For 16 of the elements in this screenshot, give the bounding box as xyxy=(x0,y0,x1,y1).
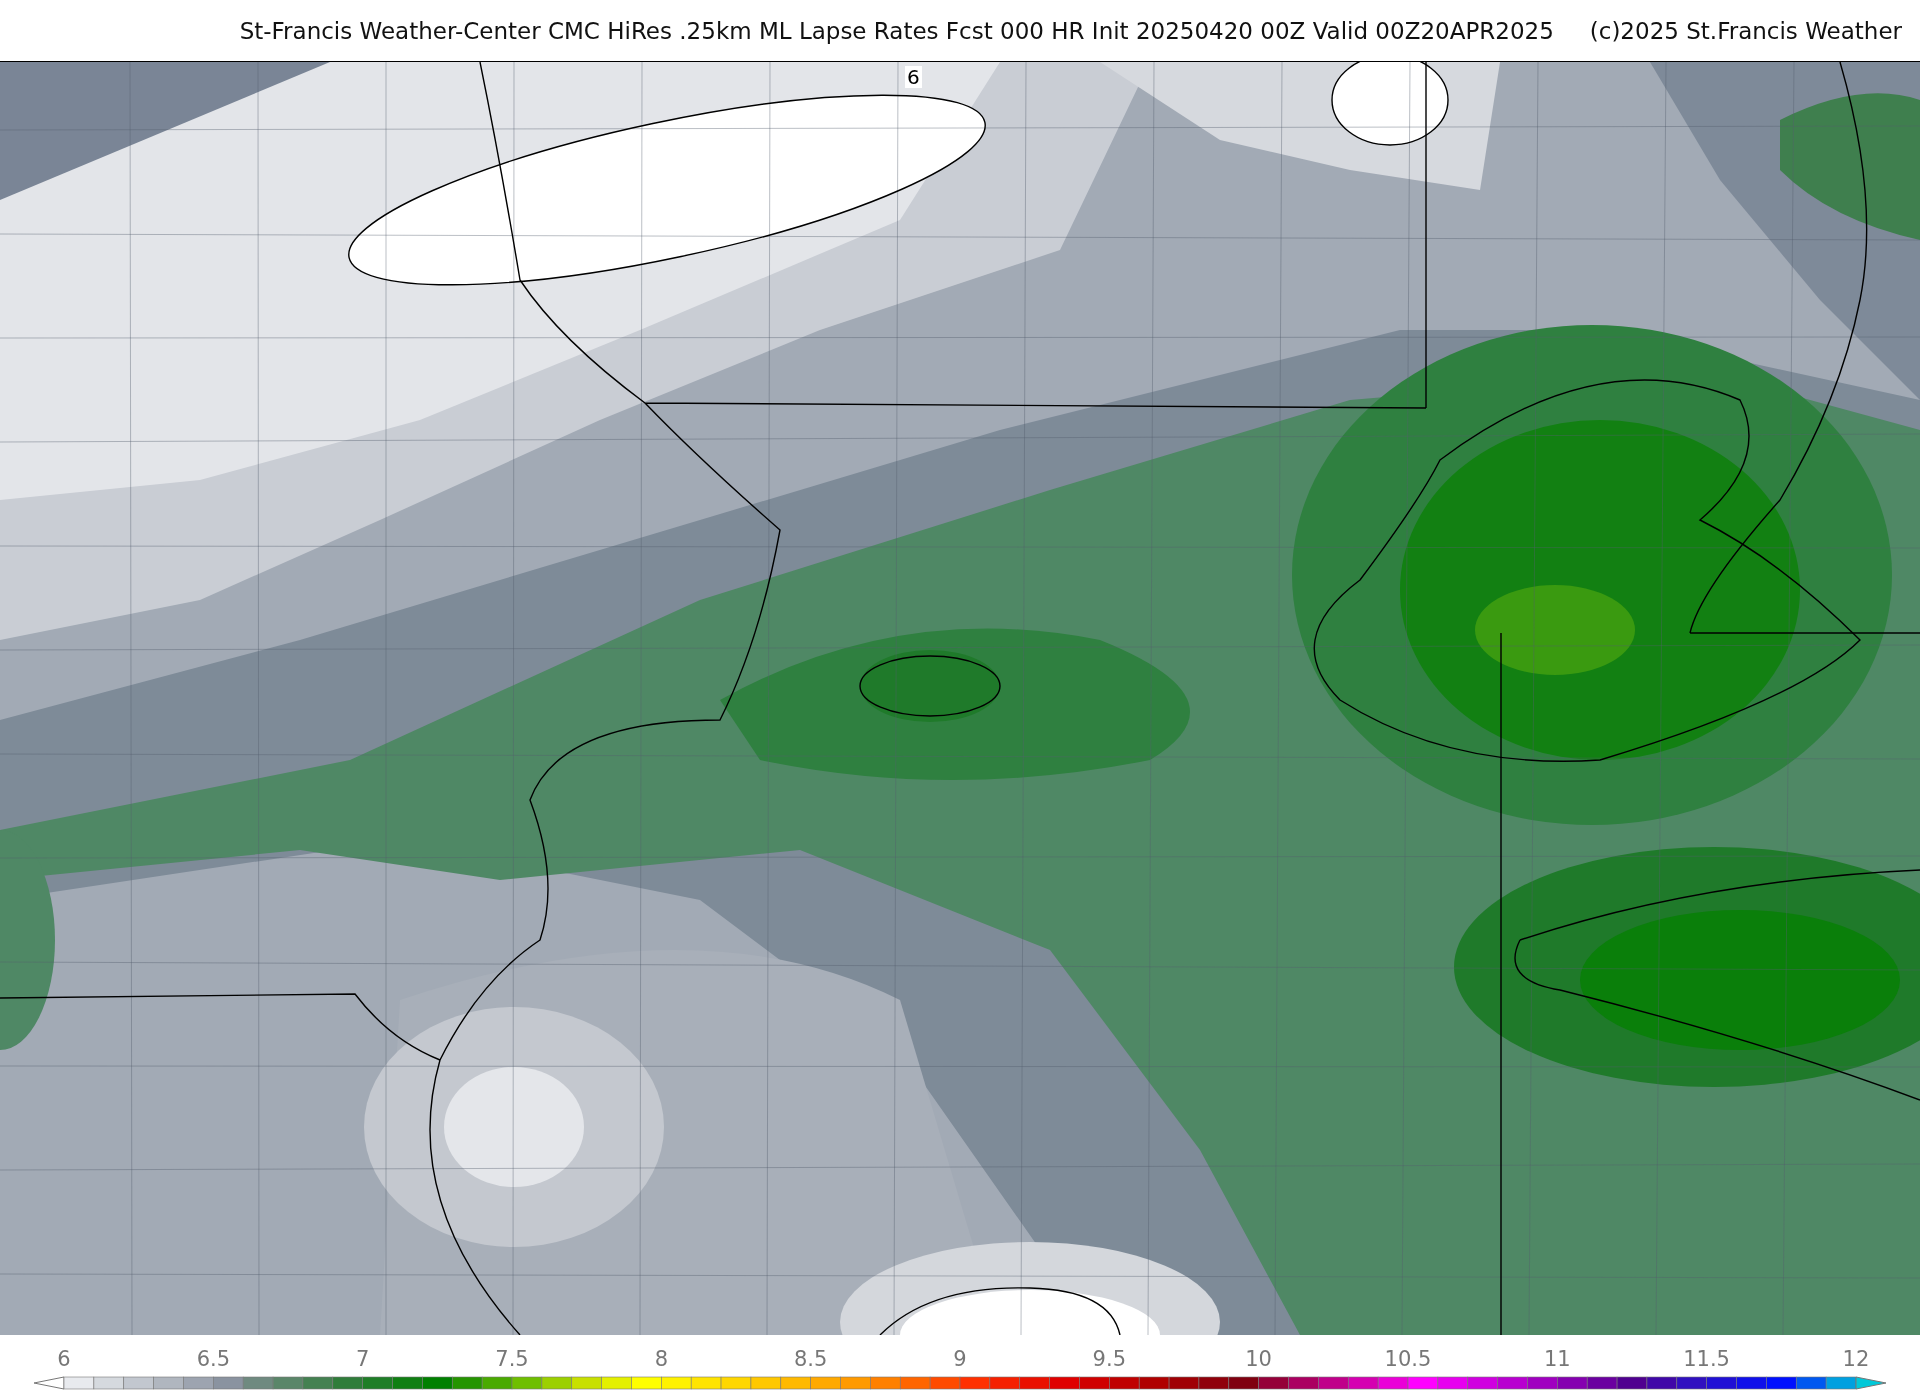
colorbar-label: 8.5 xyxy=(792,1347,829,1371)
colorbar-label: 6.5 xyxy=(195,1347,232,1371)
colorbar-label: 12 xyxy=(1841,1347,1871,1371)
colorbar-label: 11 xyxy=(1542,1347,1572,1371)
colorbar-label: 6 xyxy=(56,1347,72,1371)
copyright-text: (c)2025 St.Francis Weather xyxy=(1589,17,1902,44)
colorbar-label: 9.5 xyxy=(1091,1347,1127,1371)
colorbar-label: 11.5 xyxy=(1682,1347,1731,1371)
colorbar-label: 10 xyxy=(1244,1347,1273,1371)
colorbar-label: 7.5 xyxy=(494,1347,530,1371)
colorbar-label: 7 xyxy=(354,1347,371,1371)
colorbar-label: 9 xyxy=(952,1347,968,1371)
colorbar-label: 8 xyxy=(653,1347,669,1371)
colorbar-label: 10.5 xyxy=(1383,1347,1433,1371)
chart-title: St-Francis Weather-Center CMC HiRes .25km ML Lapse Rates Fcst 000 HR Init 20250420 00Z Valid 00Z20APR2025 xyxy=(239,17,1554,44)
contour-label: 6 xyxy=(905,66,922,88)
